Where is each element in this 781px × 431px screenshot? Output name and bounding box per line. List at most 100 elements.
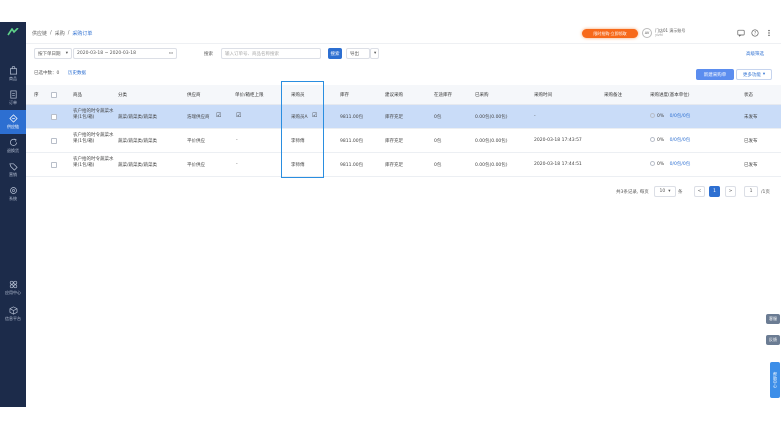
row-checkbox[interactable] bbox=[51, 162, 57, 168]
bottom-strip bbox=[0, 407, 781, 431]
sidebar-item-marketing[interactable]: 营销 bbox=[0, 158, 26, 182]
sidebar-item-label: 系统 bbox=[9, 196, 17, 201]
user-menu[interactable]: AV 门店01 演示账号 yizhi bbox=[642, 27, 722, 39]
progress-value[interactable]: 0/0包/0包 bbox=[670, 114, 691, 119]
col-supplier[interactable]: 供应商 bbox=[187, 92, 201, 98]
edit-icon[interactable]: ☑ bbox=[216, 112, 221, 119]
user-sub: yizhi bbox=[655, 33, 664, 37]
export-button[interactable]: 导出 bbox=[346, 48, 370, 59]
col-progress[interactable]: 采购进度(基本单位) bbox=[650, 92, 690, 98]
export-label: 导出 bbox=[350, 51, 359, 57]
export-dropdown[interactable]: ▾ bbox=[370, 48, 379, 59]
product-link[interactable]: 农户拾的时令蔬菜水果(1包/箱) bbox=[73, 109, 115, 120]
advanced-filter-link[interactable]: 高级筛选 bbox=[746, 51, 764, 57]
transit-cell: 0包 bbox=[434, 139, 442, 144]
supplier-cell: 平价供应 bbox=[187, 139, 205, 144]
row-checkbox[interactable] bbox=[51, 138, 57, 144]
row-checkbox[interactable] bbox=[51, 114, 57, 120]
sidebar-item-goods[interactable]: 商品 bbox=[0, 62, 26, 86]
stock-cell: 9811.00包 bbox=[340, 115, 364, 120]
col-purchased[interactable]: 已采购 bbox=[475, 92, 489, 98]
col-limit[interactable]: 单价/箱柜上限 bbox=[235, 92, 264, 98]
date-type-value: 按下单日期 bbox=[38, 51, 61, 57]
limit-cell: - bbox=[236, 162, 238, 167]
suggest-cell: 库存充足 bbox=[385, 163, 403, 168]
sidebar-item-label: 订单 bbox=[9, 100, 17, 105]
swap-icon bbox=[8, 114, 18, 123]
col-stock[interactable]: 库存 bbox=[340, 92, 349, 98]
table-toolbar: 已选中数：0 历史数据 新建采购单 更多功能 ▾ bbox=[26, 66, 781, 82]
history-data-link[interactable]: 历史数据 bbox=[68, 70, 86, 76]
sidebar: 商品 订单 供应链 退换货 营销 系统 应用中心 信息平台 bbox=[0, 22, 26, 407]
purchased-cell: 0.00包(0.00包) bbox=[475, 139, 508, 144]
progress-cell: 0% 0/0包/0包 bbox=[650, 137, 690, 143]
breadcrumb-item[interactable]: 供应链 bbox=[32, 30, 47, 37]
message-icon[interactable] bbox=[737, 29, 745, 37]
status-badge: 未发布 bbox=[744, 115, 758, 120]
sidebar-item-orders[interactable]: 订单 bbox=[0, 86, 26, 110]
status-badge: 已发布 bbox=[744, 139, 758, 144]
transit-cell: 0包 bbox=[434, 115, 442, 120]
date-type-select[interactable]: 按下单日期 ▾ bbox=[34, 48, 72, 59]
progress-value[interactable]: 0/0包/0包 bbox=[670, 138, 691, 143]
col-status: 状态 bbox=[744, 93, 753, 98]
product-link[interactable]: 农户拾的时令蔬菜水果(1包/箱) bbox=[73, 133, 115, 144]
sidebar-item-supply-chain[interactable]: 供应链 bbox=[0, 110, 26, 134]
search-input[interactable]: 输入订单号、商品名称搜索 bbox=[221, 48, 321, 59]
chevron-down-icon: ▾ bbox=[65, 51, 68, 56]
category-cell: 蔬菜/蔬菜类/蔬菜类 bbox=[118, 115, 158, 120]
float-feedback[interactable]: 反馈 bbox=[766, 335, 780, 345]
col-suggest[interactable]: 建议采购 bbox=[385, 92, 403, 98]
table-row[interactable]: 农户拾的时令蔬菜水果(1包/箱) 蔬菜/蔬菜类/蔬菜类 浩瑞供应商 ☑ ☑ 采购… bbox=[26, 105, 781, 129]
float-customer-service[interactable]: 客服 bbox=[766, 314, 780, 324]
col-time[interactable]: 采购时间 bbox=[534, 92, 552, 98]
more-functions-label: 更多功能 bbox=[742, 72, 761, 78]
sidebar-item-app-center[interactable]: 应用中心 bbox=[0, 276, 26, 300]
table-row[interactable]: 农户拾的时令蔬菜水果(1包/箱) 蔬菜/蔬菜类/蔬菜类 平价供应 - 李师傅 9… bbox=[26, 129, 781, 153]
page-size-value: 10 bbox=[659, 189, 666, 194]
purchased-cell: 0.00包(0.00包) bbox=[475, 163, 508, 168]
caret-down-icon: ▾ bbox=[374, 51, 377, 56]
search-button[interactable]: 搜索 bbox=[328, 48, 342, 59]
table-row[interactable]: 农户拾的时令蔬菜水果(1包/箱) 蔬菜/蔬菜类/蔬菜类 平价供应 - 李师傅 9… bbox=[26, 153, 781, 177]
date-range-picker[interactable]: 2020-03-18 ~ 2020-03-18 ▭ bbox=[73, 48, 177, 59]
col-product[interactable]: 商品 bbox=[73, 92, 82, 98]
chevron-down-icon: ▾ bbox=[668, 189, 671, 194]
promo-button[interactable]: 限时抢购·立即领取 bbox=[582, 29, 638, 38]
product-link[interactable]: 农户拾的时令蔬菜水果(1包/箱) bbox=[73, 157, 115, 168]
time-cell: 2020-03-18 17:44:51 bbox=[534, 162, 582, 167]
next-page-button[interactable]: > bbox=[725, 186, 736, 197]
progress-radio[interactable] bbox=[650, 137, 655, 142]
progress-radio[interactable] bbox=[650, 161, 655, 166]
sidebar-item-system[interactable]: 系统 bbox=[0, 182, 26, 206]
float-help-center[interactable]: 帮助中心 bbox=[770, 362, 780, 398]
prev-page-button[interactable]: < bbox=[694, 186, 705, 197]
tag-icon bbox=[8, 163, 18, 171]
new-purchase-button[interactable]: 新建采购单 bbox=[696, 69, 734, 80]
progress-value[interactable]: 0/0包/0包 bbox=[670, 162, 691, 167]
app-logo[interactable] bbox=[0, 22, 26, 42]
page-jump-input[interactable]: 1 bbox=[744, 186, 758, 197]
sidebar-item-info-platform[interactable]: 信息平台 bbox=[0, 302, 26, 326]
breadcrumb-item[interactable]: 采购 bbox=[55, 30, 65, 37]
gear-icon bbox=[9, 187, 17, 194]
col-category[interactable]: 分类 bbox=[118, 92, 127, 98]
bag-icon bbox=[9, 66, 17, 75]
more-functions-button[interactable]: 更多功能 ▾ bbox=[736, 69, 772, 80]
sidebar-item-label: 商品 bbox=[9, 76, 17, 81]
progress-radio[interactable] bbox=[650, 113, 655, 118]
progress-cell: 0% 0/0包/0包 bbox=[650, 113, 690, 119]
edit-icon[interactable]: ☑ bbox=[236, 112, 241, 119]
col-transit[interactable]: 在途库存 bbox=[434, 92, 452, 98]
sidebar-item-returns[interactable]: 退换货 bbox=[0, 134, 26, 158]
more-vertical-icon[interactable] bbox=[765, 29, 773, 37]
top-header: 供应链 / 采购 / 采购订单 限时抢购·立即领取 AV 门店01 演示账号 y… bbox=[26, 22, 781, 44]
buyer-column-highlight bbox=[281, 81, 324, 178]
page-button-current[interactable]: 1 bbox=[709, 186, 720, 197]
stock-cell: 9811.00包 bbox=[340, 163, 364, 168]
select-all-checkbox[interactable] bbox=[51, 92, 57, 98]
breadcrumb-current: 采购订单 bbox=[72, 31, 93, 37]
help-icon[interactable]: ? bbox=[751, 29, 759, 37]
page-size-select[interactable]: 10 ▾ bbox=[654, 186, 676, 197]
sidebar-item-label: 应用中心 bbox=[5, 290, 21, 295]
